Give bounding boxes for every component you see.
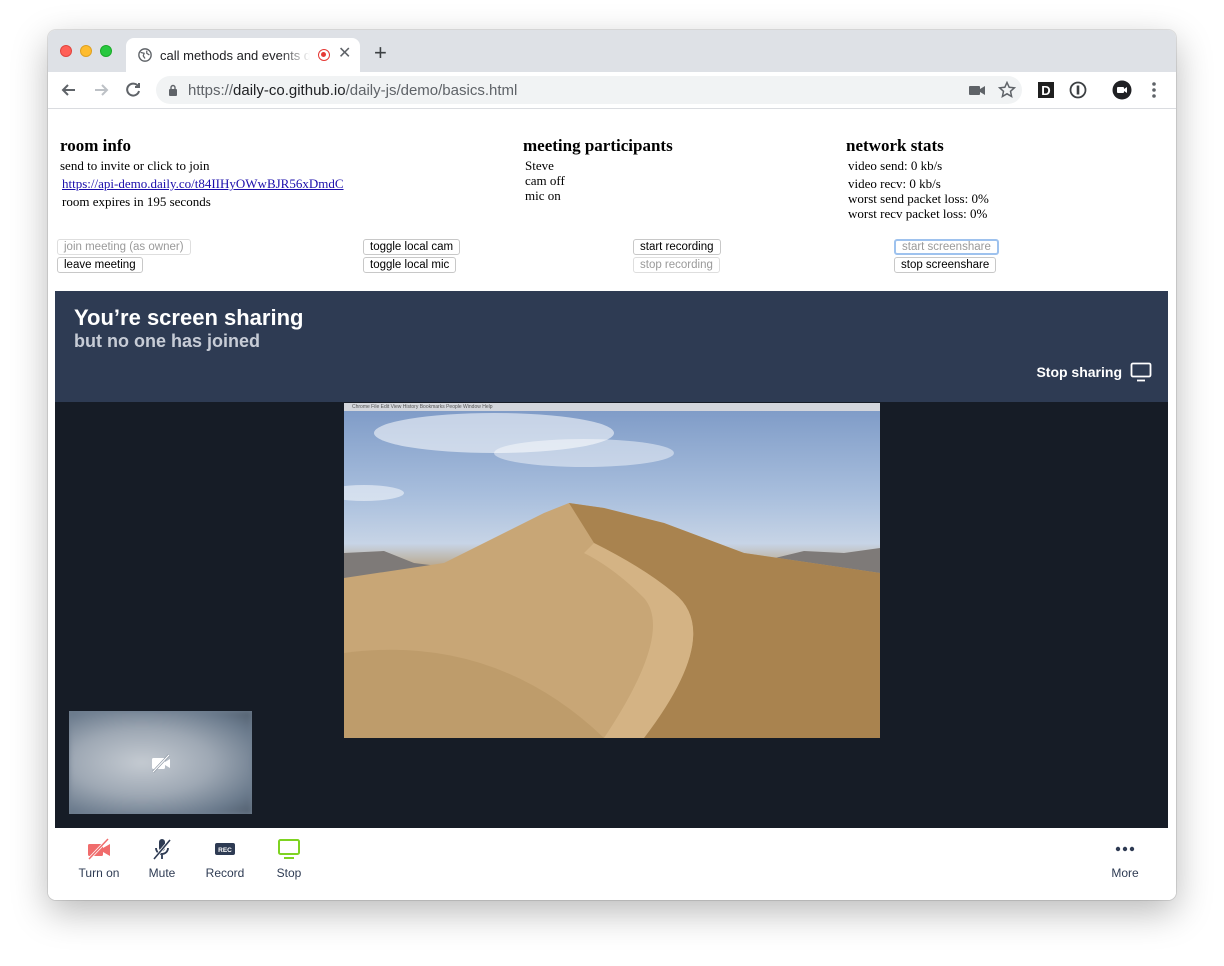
participant-name: Steve [525,158,554,173]
call-frame: You’re screen sharing but no one has joi… [55,291,1168,828]
video-send-stat: video send: 0 kb/s [848,158,943,173]
lock-icon [169,84,177,96]
url-scheme: https:// [188,82,234,99]
join-meeting-button[interactable]: join meeting (as owner) [57,239,191,255]
mic-toggle-button[interactable]: Mute [132,838,192,880]
browser-titlebar: call methods and events demo ✕ + [48,30,1176,72]
more-dots-icon [1115,846,1135,852]
record-label: Record [205,866,245,880]
recording-indicator-icon [318,49,330,61]
minimize-window-button[interactable] [80,45,92,57]
url-text: https://daily-co.github.io/daily-js/demo… [188,82,517,99]
screenshare-banner: You’re screen sharing but no one has joi… [55,291,1168,402]
new-tab-button[interactable]: + [374,42,387,64]
rec-badge-text: REC [218,847,232,854]
room-info-heading: room info [60,136,131,155]
banner-title: You’re screen sharing [74,305,304,330]
daily-extension-icon[interactable]: D [1036,80,1056,100]
close-window-button[interactable] [60,45,72,57]
password-manager-icon[interactable] [1068,80,1088,100]
camera-in-use-icon[interactable] [968,81,986,99]
more-label: More [1111,866,1139,880]
browser-tab[interactable]: call methods and events demo ✕ [126,38,360,72]
svg-text:D: D [1041,83,1050,98]
banner-subtitle: but no one has joined [74,331,260,351]
shared-screen-video: Chrome File Edit View History Bookmarks … [344,403,880,738]
participant-mic-status: mic on [525,188,561,203]
reload-icon[interactable] [122,79,144,101]
stop-recording-button[interactable]: stop recording [633,257,720,273]
maximize-window-button[interactable] [100,45,112,57]
record-icon: REC [215,843,235,855]
globe-icon [138,48,152,62]
mic-toggle-label: Mute [148,866,176,880]
url-host: daily-co.github.io [233,82,346,99]
record-button[interactable]: REC Record [195,838,255,880]
room-url-link[interactable]: https://api-demo.daily.co/t84IIHyOWwBJR5… [62,176,344,192]
browser-menu-icon[interactable] [1144,80,1164,100]
close-tab-icon[interactable]: ✕ [338,45,351,63]
camera-off-icon [152,754,170,773]
toggle-cam-button[interactable]: toggle local cam [363,239,461,255]
screen-share-icon[interactable] [1130,362,1152,382]
bookmark-star-icon[interactable] [998,81,1016,99]
toggle-mic-button[interactable]: toggle local mic [363,257,457,273]
leave-meeting-button[interactable]: leave meeting [57,257,143,273]
screenshare-toggle-button[interactable]: Stop [259,838,319,880]
camera-toggle-label: Turn on [78,866,120,880]
send-packet-loss-stat: worst send packet loss: 0% [848,191,989,206]
url-path: /daily-js/demo/basics.html [345,82,518,99]
camera-toggle-button[interactable]: Turn on [69,838,129,880]
desert-wallpaper-image [344,413,880,738]
screenshare-toggle-label: Stop [276,866,302,880]
page-content: room info send to invite or click to joi… [48,109,1176,900]
more-button[interactable]: More [1095,838,1155,880]
back-arrow-icon[interactable] [58,79,80,101]
profile-avatar-icon[interactable] [1112,80,1132,100]
invite-text: send to invite or click to join [60,158,210,173]
participant-cam-status: cam off [525,173,565,188]
screen-share-tray-icon [278,839,300,859]
local-video-tile [69,711,252,814]
room-expiry-text: room expires in 195 seconds [62,194,211,209]
address-bar[interactable]: https://daily-co.github.io/daily-js/demo… [156,76,1022,104]
stop-sharing-button[interactable]: Stop sharing [1036,364,1122,380]
forward-arrow-icon[interactable] [90,79,112,101]
start-recording-button[interactable]: start recording [633,239,721,255]
browser-toolbar: https://daily-co.github.io/daily-js/demo… [48,72,1176,109]
start-screenshare-button[interactable]: start screenshare [894,239,999,255]
tab-title: call methods and events demo [160,48,310,63]
network-stats-heading: network stats [846,136,944,155]
stop-screenshare-button[interactable]: stop screenshare [894,257,997,273]
call-tray: Turn on Mute REC Record Stop More [48,828,1176,900]
participants-heading: meeting participants [523,136,673,155]
camera-off-tray-icon [87,838,110,860]
video-recv-stat: video recv: 0 kb/s [848,176,941,191]
recv-packet-loss-stat: worst recv packet loss: 0% [848,206,988,221]
microphone-icon [152,839,172,860]
browser-window: call methods and events demo ✕ + https:/… [48,30,1176,900]
